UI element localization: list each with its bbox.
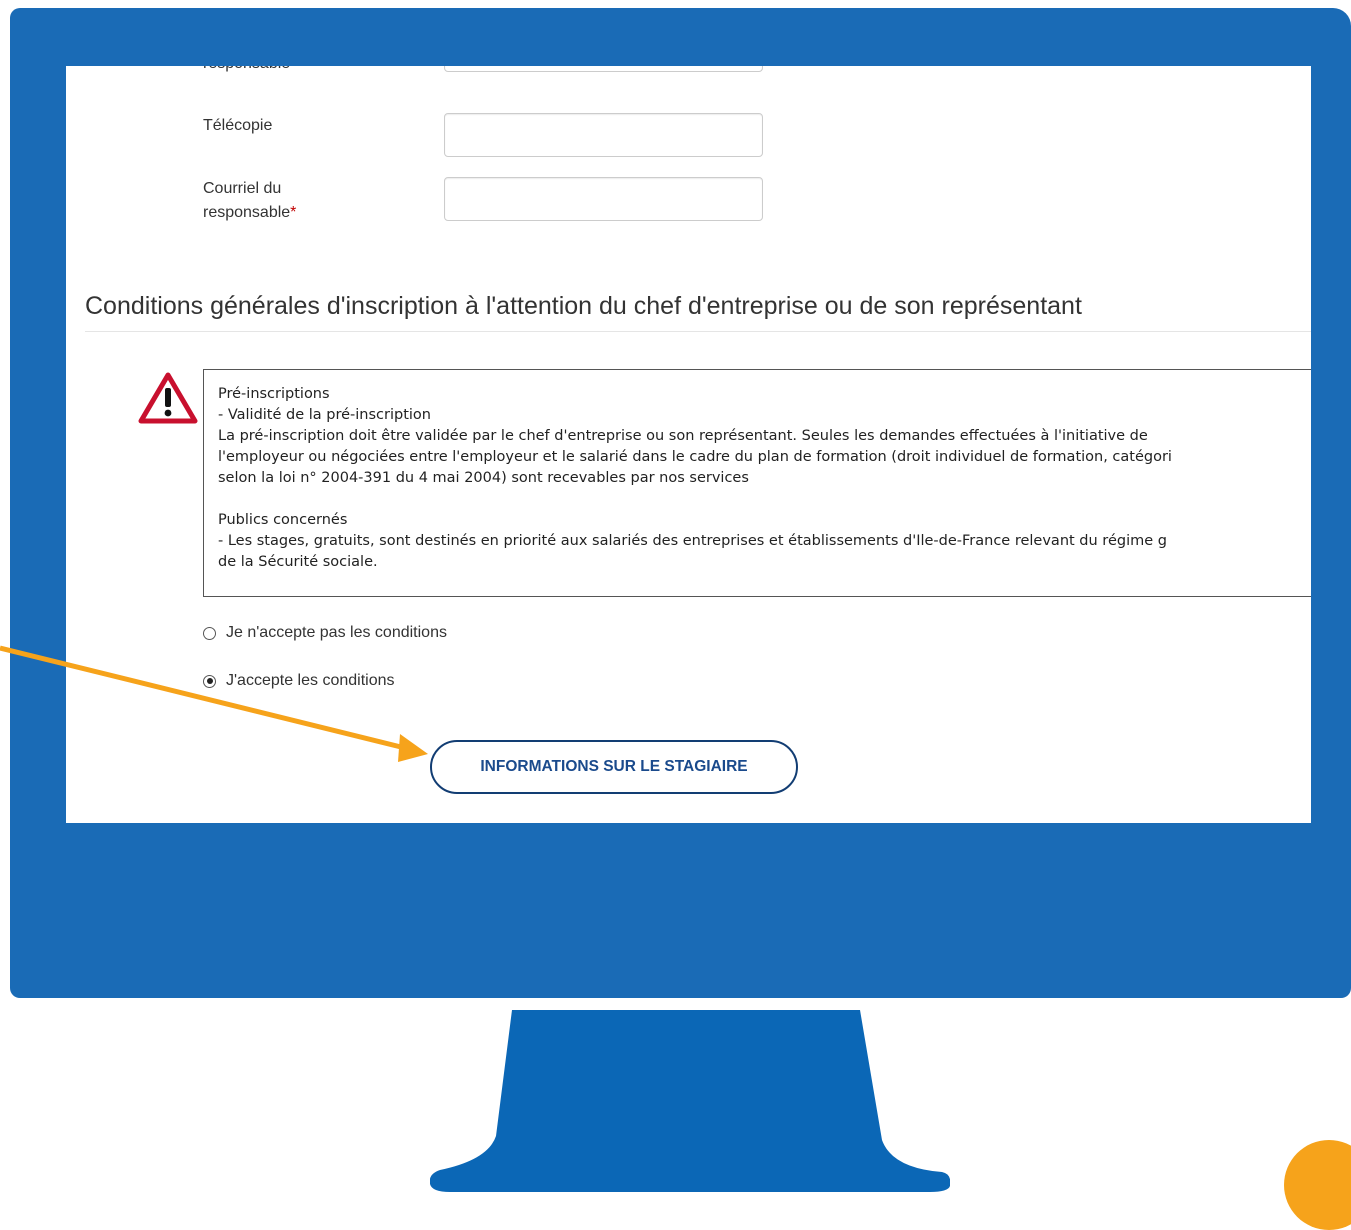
accept-radio[interactable]: [203, 674, 216, 688]
monitor-frame: responsable Télécopie Courriel du respon…: [10, 8, 1351, 998]
partial-field-input[interactable]: [444, 66, 763, 72]
email-label: Courriel du responsable*: [203, 177, 296, 225]
section-title: Conditions générales d'inscription à l'a…: [85, 292, 1311, 332]
email-label-line1: Courriel du: [203, 180, 282, 197]
fax-input[interactable]: [444, 113, 763, 157]
email-label-line2: responsable: [203, 204, 291, 221]
partial-field-label: responsable: [203, 66, 290, 76]
fax-label: Télécopie: [203, 117, 273, 134]
accept-radio-option[interactable]: J'accepte les conditions: [203, 672, 394, 690]
screen: responsable Télécopie Courriel du respon…: [66, 66, 1311, 823]
decline-radio[interactable]: [203, 626, 216, 640]
decline-label: Je n'accepte pas les conditions: [226, 624, 447, 641]
monitor-stand: [430, 1010, 950, 1192]
accept-label: J'accepte les conditions: [226, 672, 395, 689]
decline-radio-option[interactable]: Je n'accepte pas les conditions: [203, 624, 447, 642]
required-mark: *: [290, 204, 297, 221]
orange-dot-decoration: [1284, 1140, 1351, 1230]
email-input[interactable]: [444, 177, 763, 221]
trainee-info-button[interactable]: INFORMATIONS SUR LE STAGIAIRE: [430, 740, 798, 794]
terms-textbox[interactable]: Pré-inscriptions - Validité de la pré-in…: [203, 369, 1311, 597]
warning-triangle-icon: [138, 372, 198, 424]
